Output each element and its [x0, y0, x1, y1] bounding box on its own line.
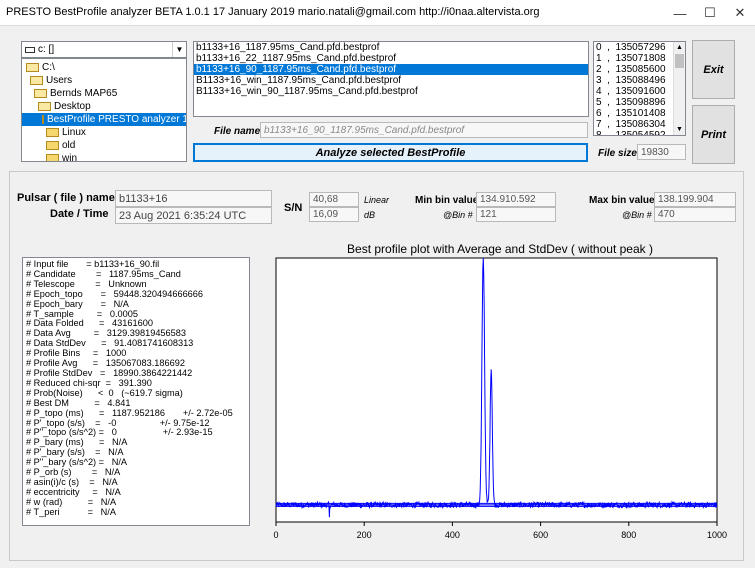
folder-icon — [34, 89, 47, 98]
folder-icon — [46, 128, 59, 137]
file-name-label: File name — [214, 126, 261, 137]
analyze-button[interactable]: Analyze selected BestProfile — [193, 143, 588, 162]
file-size-field: 19830 — [637, 144, 686, 160]
chart-title: Best profile plot with Average and StdDe… — [347, 242, 653, 256]
folder-icon — [26, 63, 39, 72]
pulsar-name-label: Pulsar ( file ) name — [17, 192, 115, 204]
min-bin-label: Min bin value — [415, 195, 479, 206]
bin-value-list[interactable]: 0 , 135057296 1 , 135071808 2 , 135085600 3… — [593, 41, 686, 136]
file-list-item[interactable]: B1133+16_win_90_1187.95ms_Cand.pfd.bestp… — [194, 86, 588, 97]
x-tick-label: 600 — [533, 530, 548, 540]
max-bin-index-field: 470 — [654, 207, 736, 222]
drive-icon — [25, 46, 35, 53]
tree-item[interactable]: old — [46, 139, 75, 152]
tree-item-label: BestProfile PRESTO analyzer 1.0.1.e — [47, 114, 186, 125]
minimize-icon[interactable]: — — [665, 0, 695, 26]
tree-item[interactable]: Users — [30, 74, 72, 87]
tree-item-label: old — [62, 140, 76, 151]
x-tick-label: 400 — [445, 530, 460, 540]
drive-select[interactable]: c: [] ▼ — [21, 41, 187, 58]
folder-icon — [38, 102, 51, 111]
tree-item[interactable]: BestProfile PRESTO analyzer 1.0.1.e — [22, 113, 186, 126]
bin-list-item[interactable]: 3 , 135088496 — [594, 75, 685, 86]
max-bin-label: Max bin value — [589, 195, 655, 206]
bin-list-item[interactable]: 6 , 135101408 — [594, 108, 685, 119]
tree-item[interactable]: Bernds MAP65 — [34, 87, 117, 100]
date-time-label: Date / Time — [50, 208, 109, 220]
x-tick-label: 800 — [621, 530, 636, 540]
folder-icon — [30, 76, 43, 85]
chart-plot-area — [275, 257, 718, 523]
exit-button[interactable]: Exit — [692, 40, 735, 99]
x-tick-label: 200 — [357, 530, 372, 540]
tree-item[interactable]: Linux — [46, 126, 86, 139]
bin-list-item[interactable]: 1 , 135071808 — [594, 53, 685, 64]
date-time-field: 23 Aug 2021 6:35:24 UTC — [115, 207, 272, 224]
x-tick-label: 1000 — [707, 530, 727, 540]
close-icon[interactable]: ✕ — [725, 0, 755, 26]
file-list-item[interactable]: b1133+16_22_1187.95ms_Cand.pfd.bestprof — [194, 53, 588, 64]
title-bar: PRESTO BestProfile analyzer BETA 1.0.1 1… — [0, 0, 755, 26]
tree-item-label: win — [62, 153, 78, 162]
window-title: PRESTO BestProfile analyzer BETA 1.0.1 1… — [6, 6, 540, 18]
min-bin-value-field: 134.910.592 — [476, 192, 556, 207]
tree-item-label: Desktop — [54, 101, 91, 112]
folder-icon — [46, 154, 59, 161]
file-list-item[interactable]: b1133+16_90_1187.95ms_Cand.pfd.bestprof — [194, 64, 588, 75]
folder-icon — [46, 141, 59, 150]
scroll-down-icon[interactable]: ▼ — [676, 126, 683, 133]
info-line: # T_peri = N/A — [26, 506, 116, 517]
folder-icon — [42, 115, 44, 124]
file-list[interactable]: b1133+16_1187.95ms_Cand.pfd.bestprof b113… — [193, 41, 589, 117]
profile-chart: 0 200 400 600 800 1000 — [273, 257, 727, 540]
min-bin-index-field: 121 — [476, 207, 556, 222]
pulsar-name-field: b1133+16 — [115, 190, 272, 207]
scroll-thumb[interactable] — [675, 54, 684, 68]
sn-db-unit: dB — [364, 210, 376, 220]
file-list-item[interactable]: B1133+16_win_1187.95ms_Cand.pfd.bestprof — [194, 75, 588, 86]
bin-list-item[interactable]: 7 , 135086304 — [594, 119, 685, 130]
chevron-down-icon[interactable]: ▼ — [172, 42, 186, 57]
tree-item-label: C:\ — [42, 62, 55, 73]
drive-label: c: [] — [38, 44, 55, 55]
max-bin-value-field: 138.199.904 — [654, 192, 736, 207]
min-bin-at-label: @Bin # — [443, 210, 473, 220]
max-bin-at-label: @Bin # — [622, 210, 652, 220]
sn-linear-field: 40,68 — [309, 192, 359, 207]
bin-list-item[interactable]: 8 , 135054592 — [594, 130, 685, 135]
tree-item[interactable]: C:\ — [26, 61, 55, 74]
sn-label: S/N — [284, 202, 303, 214]
file-list-item[interactable]: b1133+16_1187.95ms_Cand.pfd.bestprof — [194, 42, 588, 53]
directory-tree[interactable]: C:\ Users Bernds MAP65 Desktop BestProfile P… — [21, 58, 187, 162]
sn-db-field: 16,09 — [309, 207, 359, 222]
sn-linear-unit: Linear — [364, 195, 390, 205]
tree-item-label: Linux — [62, 127, 86, 138]
bin-list-item[interactable]: 4 , 135091600 — [594, 86, 685, 97]
file-size-label: File size — [598, 148, 637, 159]
profile-info-text: # Input file = b1133+16_90.fil # Candidat… — [22, 257, 250, 526]
tree-item[interactable]: Desktop — [38, 100, 91, 113]
bin-list-scrollbar[interactable]: ▲ ▼ — [673, 42, 685, 135]
bin-list-item[interactable]: 0 , 135057296 — [594, 42, 685, 53]
print-button[interactable]: Print — [692, 105, 735, 164]
bin-list-item[interactable]: 5 , 135098896 — [594, 97, 685, 108]
tree-item[interactable]: win — [46, 152, 78, 162]
file-name-field[interactable]: b1133+16_90_1187.95ms_Cand.pfd.bestprof — [260, 122, 588, 138]
info-line: # P_topo (ms) = 1187.952186 +/- 2.72e-05 — [26, 407, 233, 418]
bin-list-item[interactable]: 2 , 135085600 — [594, 64, 685, 75]
scroll-up-icon[interactable]: ▲ — [676, 44, 683, 51]
maximize-icon[interactable]: ☐ — [695, 0, 725, 26]
x-tick-label: 0 — [273, 530, 278, 540]
tree-item-label: Users — [46, 75, 73, 86]
tree-item-label: Bernds MAP65 — [50, 88, 118, 99]
